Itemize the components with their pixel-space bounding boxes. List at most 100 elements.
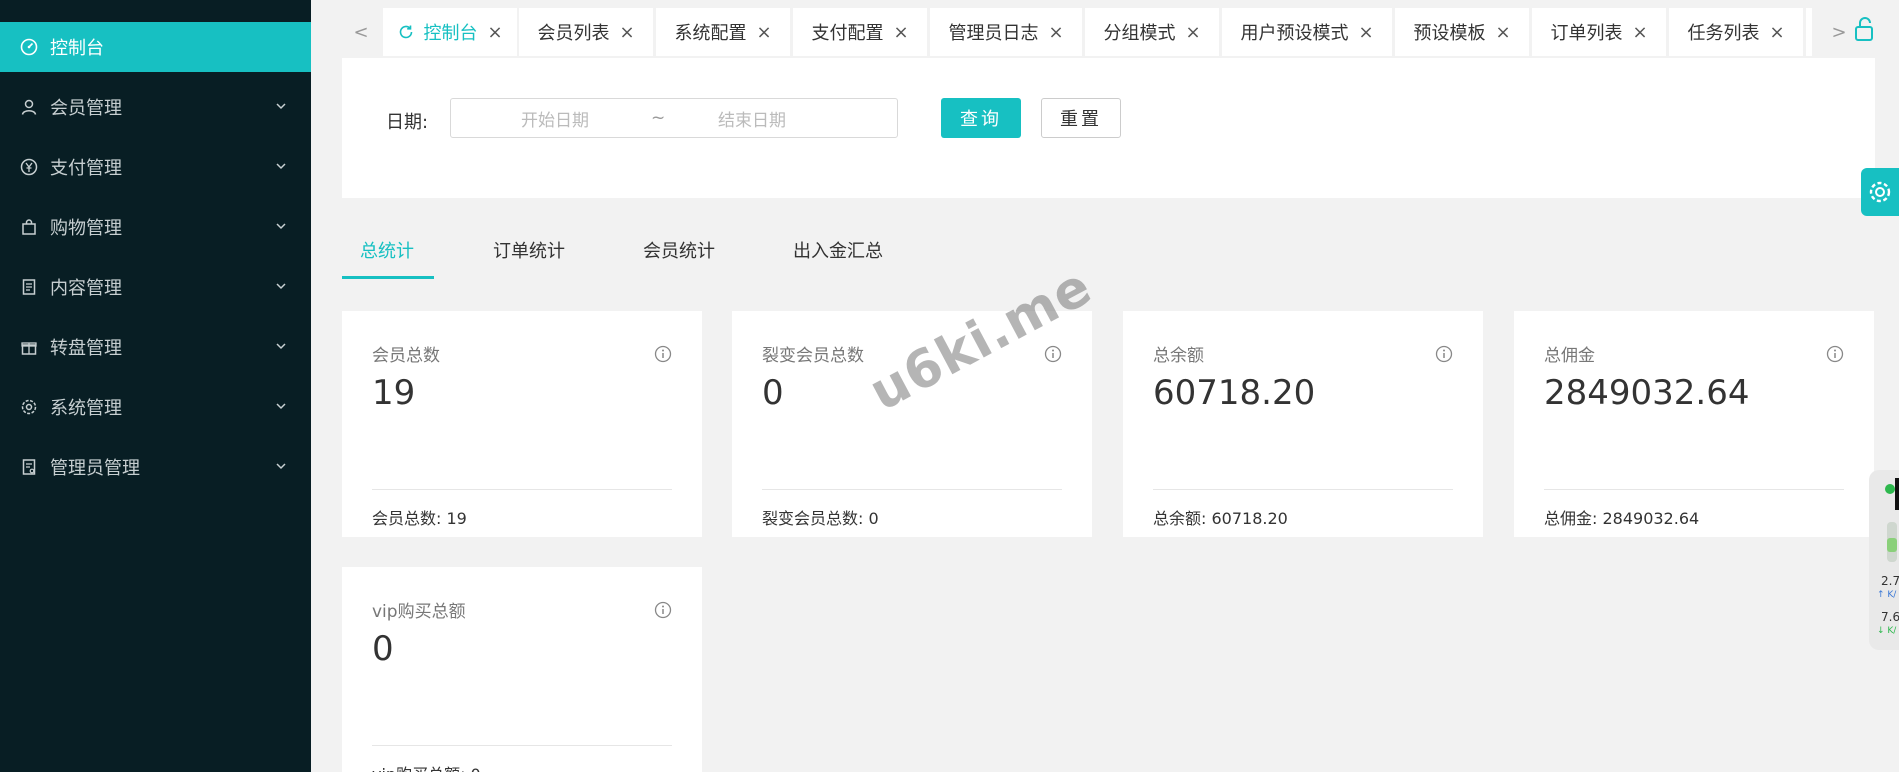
unlock-icon[interactable] — [1853, 16, 1875, 42]
widget-edge — [1895, 478, 1899, 510]
close-icon[interactable]: × — [1495, 22, 1510, 43]
card-footer: vip购买总额: 0 — [372, 761, 481, 772]
tab-user-preset-mode[interactable]: 用户预设模式 × — [1222, 8, 1392, 56]
sidebar-item-label: 转盘管理 — [50, 338, 122, 359]
card-value: 60718.20 — [1153, 373, 1316, 413]
tab-label: 任务列表 — [1687, 23, 1760, 44]
tab-label: 会员列表 — [537, 23, 610, 44]
sidebar-item-label: 购物管理 — [50, 218, 122, 239]
reset-button[interactable]: 重置 — [1041, 98, 1121, 138]
gear-icon — [20, 398, 38, 416]
tab-label: 用户预设模式 — [1240, 23, 1349, 44]
date-range-picker[interactable]: 开始日期 ~ 结束日期 — [450, 98, 898, 138]
close-icon[interactable]: × — [1769, 22, 1784, 43]
sidebar-item-label: 系统管理 — [50, 398, 122, 419]
close-icon[interactable]: × — [756, 22, 771, 43]
sidebar-item-system[interactable]: 系统管理 — [0, 382, 311, 432]
tab-system-config[interactable]: 系统配置 × — [656, 8, 790, 56]
info-icon[interactable] — [654, 345, 672, 363]
sidebar-item-dashboard[interactable]: 控制台 — [0, 22, 311, 72]
close-icon[interactable]: × — [893, 22, 908, 43]
card-value: 0 — [372, 629, 394, 669]
sidebar-item-label: 内容管理 — [50, 278, 122, 299]
tab-overflow — [1806, 8, 1812, 56]
tab-label: 预设模板 — [1413, 23, 1486, 44]
stat-card-vip-purchase: vip购买总额 0 vip购买总额: 0 — [342, 567, 702, 772]
card-footer: 总余额: 60718.20 — [1153, 509, 1288, 528]
usage-bar-fill — [1887, 538, 1897, 552]
card-footer: 会员总数: 19 — [372, 509, 467, 528]
active-tab-indicator — [342, 276, 434, 279]
filter-panel: 日期: 开始日期 ~ 结束日期 查询 重置 — [342, 58, 1875, 198]
download-unit: ↓ K/ — [1877, 626, 1897, 636]
tab-label: 支付配置 — [811, 23, 884, 44]
tab-admin-log[interactable]: 管理员日志 × — [930, 8, 1082, 56]
chevron-down-icon — [276, 403, 286, 410]
close-icon[interactable]: × — [619, 22, 634, 43]
chevron-down-icon — [276, 163, 286, 170]
chevron-down-icon — [276, 223, 286, 230]
bag-icon — [20, 218, 38, 236]
network-speed-widget[interactable]: 2.7 ↑ K/ 7.6 ↓ K/ — [1869, 470, 1899, 650]
chevron-right-icon: > — [1831, 21, 1847, 43]
refresh-icon — [400, 25, 413, 39]
chevron-down-icon — [276, 103, 286, 110]
close-icon[interactable]: × — [1185, 22, 1200, 43]
info-icon[interactable] — [1044, 345, 1062, 363]
dashboard-icon — [20, 38, 38, 56]
chevron-down-icon — [276, 463, 286, 470]
tab-total-stats[interactable]: 总统计 — [360, 230, 414, 278]
close-icon[interactable]: × — [1048, 22, 1063, 43]
sidebar-item-admins[interactable]: 管理员管理 — [0, 442, 311, 492]
sidebar-item-shopping[interactable]: 购物管理 — [0, 202, 311, 252]
range-separator: ~ — [651, 108, 666, 128]
info-icon[interactable] — [1435, 345, 1453, 363]
settings-drawer-button[interactable] — [1861, 168, 1899, 216]
info-icon[interactable] — [654, 601, 672, 619]
sidebar-item-members[interactable]: 会员管理 — [0, 82, 311, 132]
tab-group-mode[interactable]: 分组模式 × — [1085, 8, 1219, 56]
tab-dashboard[interactable]: 控制台 × — [383, 8, 517, 56]
tab-order-list[interactable]: 订单列表 × — [1532, 8, 1666, 56]
close-icon[interactable]: × — [1358, 22, 1373, 43]
close-icon[interactable]: × — [487, 22, 502, 43]
status-dot — [1885, 484, 1895, 494]
sidebar-item-payment[interactable]: 支付管理 — [0, 142, 311, 192]
card-title: 总余额 — [1153, 346, 1204, 366]
tab-order-stats[interactable]: 订单统计 — [493, 230, 565, 278]
card-divider — [372, 489, 672, 490]
gift-icon — [20, 338, 38, 356]
end-date-input[interactable]: 结束日期 — [718, 106, 786, 131]
card-divider — [372, 745, 672, 746]
close-icon[interactable]: × — [1632, 22, 1647, 43]
tab-member-list[interactable]: 会员列表 × — [519, 8, 653, 56]
date-label: 日期: — [386, 112, 429, 133]
tab-prev-button[interactable]: < — [349, 8, 373, 56]
tab-preset-template[interactable]: 预设模板 × — [1395, 8, 1529, 56]
sidebar-item-content[interactable]: 内容管理 — [0, 262, 311, 312]
tab-label: 分组模式 — [1103, 23, 1176, 44]
tab-task-list[interactable]: 任务列表 × — [1669, 8, 1803, 56]
tab-label: 管理员日志 — [948, 23, 1039, 44]
query-button[interactable]: 查询 — [941, 98, 1021, 138]
start-date-input[interactable]: 开始日期 — [521, 106, 589, 131]
sidebar-item-wheel[interactable]: 转盘管理 — [0, 322, 311, 372]
card-value: 2849032.64 — [1544, 373, 1750, 413]
card-value: 19 — [372, 373, 416, 413]
card-title: 会员总数 — [372, 346, 440, 366]
gear-icon — [1869, 181, 1891, 203]
user-icon — [20, 98, 38, 116]
admin-doc-icon — [20, 458, 38, 476]
tab-fund-summary[interactable]: 出入金汇总 — [793, 230, 883, 278]
download-speed: 7.6 — [1881, 610, 1899, 624]
upload-unit: ↑ K/ — [1877, 590, 1897, 600]
upload-speed: 2.7 — [1881, 574, 1899, 588]
sidebar-item-label: 控制台 — [50, 38, 104, 59]
tab-payment-config[interactable]: 支付配置 × — [793, 8, 927, 56]
card-divider — [1544, 489, 1844, 490]
stat-card-members: 会员总数 19 会员总数: 19 — [342, 311, 702, 537]
tab-member-stats[interactable]: 会员统计 — [643, 230, 715, 278]
tab-next-button[interactable]: > — [1827, 8, 1851, 56]
info-icon[interactable] — [1826, 345, 1844, 363]
tab-label: 订单列表 — [1550, 23, 1623, 44]
